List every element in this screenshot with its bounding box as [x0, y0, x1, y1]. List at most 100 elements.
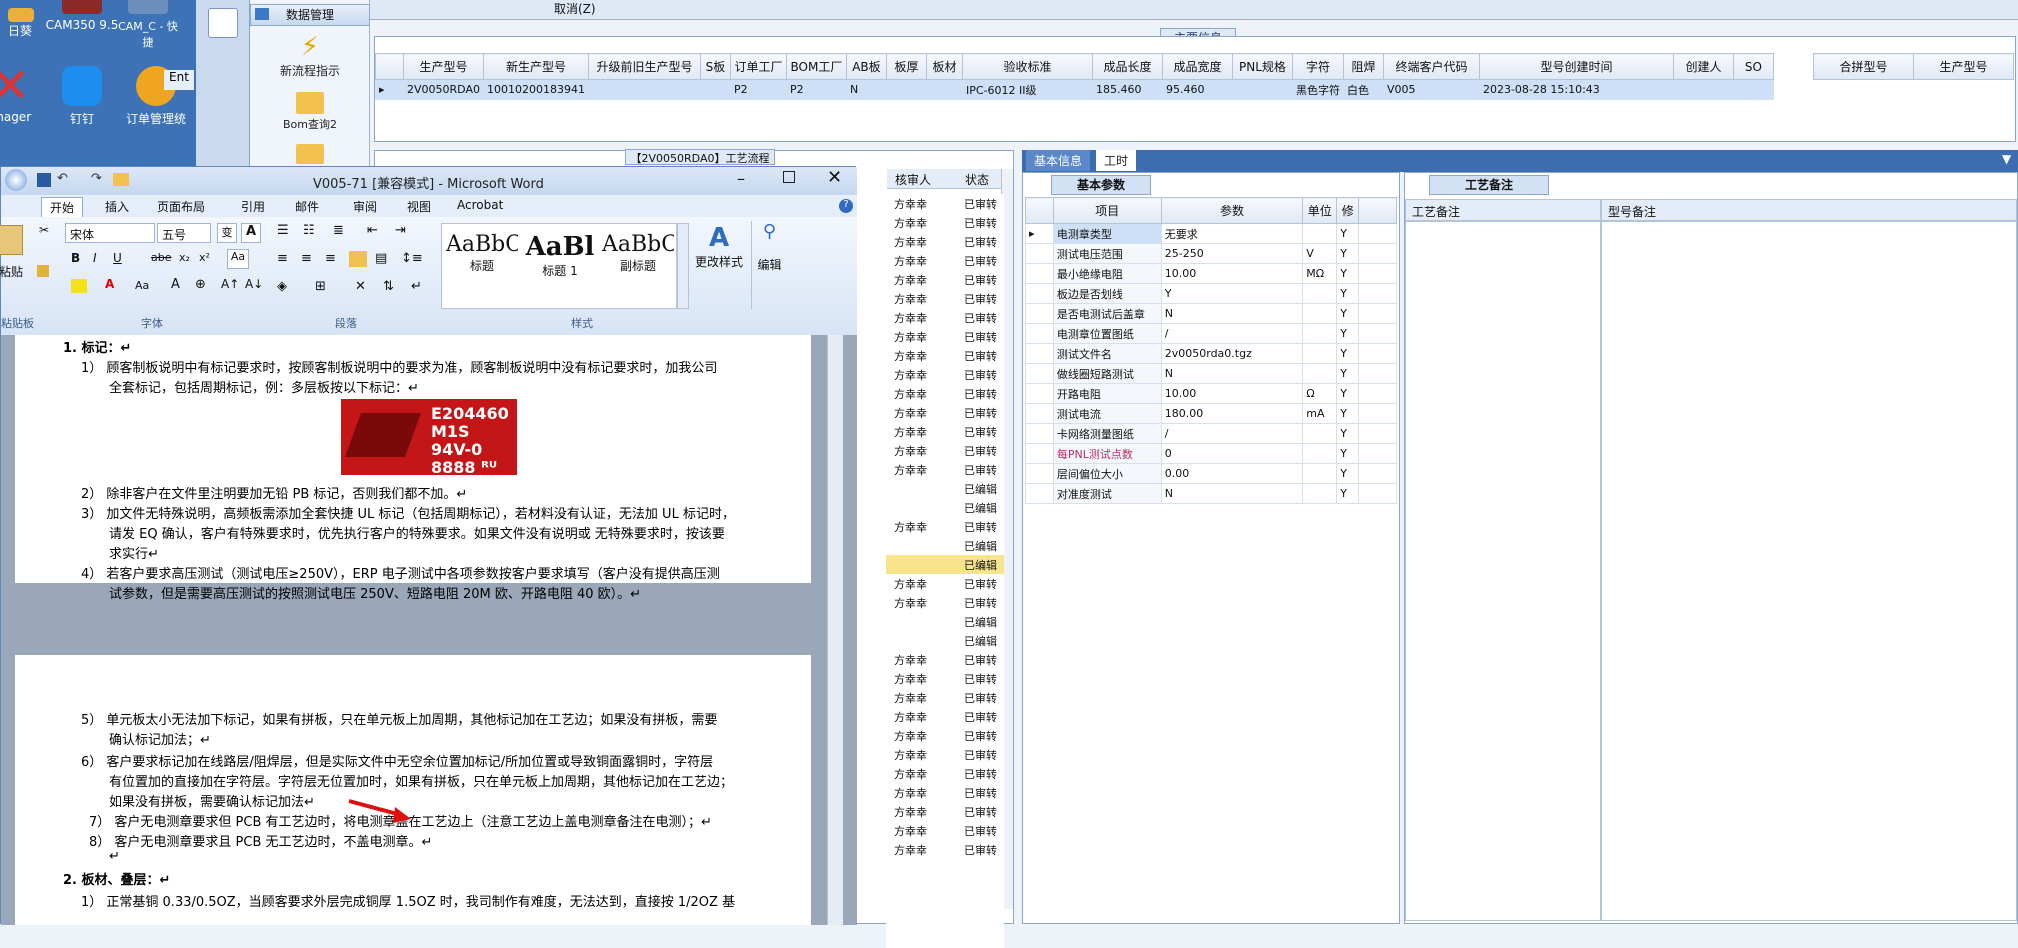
- multilevel-list-icon[interactable]: ≣: [333, 223, 344, 238]
- cell[interactable]: 2V0050RDA0: [403, 79, 484, 100]
- col-12[interactable]: PNL规格: [1231, 53, 1293, 80]
- chinese-layout-icon[interactable]: ✕: [355, 279, 366, 294]
- cell[interactable]: [1231, 79, 1293, 100]
- cell[interactable]: 黑色字符: [1291, 79, 1344, 100]
- cell[interactable]: 95.460: [1161, 79, 1233, 100]
- process-row[interactable]: 已编辑: [886, 612, 1004, 631]
- process-row[interactable]: 方幸幸 已审转: [886, 232, 1004, 251]
- change-case-icon[interactable]: Aa: [135, 279, 149, 292]
- process-row[interactable]: 方幸幸 已审转: [886, 270, 1004, 289]
- process-row[interactable]: 方幸幸 已审转: [886, 650, 1004, 669]
- col-status[interactable]: 状态: [965, 171, 989, 188]
- process-row[interactable]: 方幸幸 已审转: [886, 707, 1004, 726]
- process-row[interactable]: 方幸幸 已审转: [886, 308, 1004, 327]
- char-border-icon[interactable]: A: [241, 223, 261, 243]
- cell[interactable]: 2023-08-28 15:10:43: [1478, 79, 1674, 100]
- shading-icon[interactable]: ◈: [277, 279, 287, 294]
- col-3[interactable]: S板: [699, 53, 731, 80]
- tab-basic-params[interactable]: 基本参数: [1051, 175, 1151, 195]
- param-row[interactable]: 对准度测试 N Y: [1025, 483, 1397, 504]
- process-row[interactable]: 方幸幸 已审转: [886, 802, 1004, 821]
- ribbon-tab-5[interactable]: 审阅: [345, 197, 385, 216]
- cell[interactable]: IPC-6012 II级: [961, 79, 1093, 100]
- change-styles-button[interactable]: A 更改样式: [691, 223, 747, 309]
- sort-icon[interactable]: ⇅: [383, 279, 394, 294]
- style-swatch[interactable]: AaBbC 副标题: [602, 232, 674, 274]
- cell[interactable]: 白色: [1342, 79, 1384, 100]
- col-9[interactable]: 验收标准: [961, 53, 1093, 80]
- param-value[interactable]: Y: [1160, 283, 1304, 304]
- col-11[interactable]: 成品宽度: [1161, 53, 1233, 80]
- desktop-icon-ent[interactable]: Ent: [164, 70, 194, 90]
- col-item[interactable]: 项目: [1052, 197, 1162, 224]
- help-icon[interactable]: ?: [839, 199, 853, 213]
- cell[interactable]: 10010200183941: [482, 79, 589, 100]
- col-1[interactable]: 新生产型号: [482, 53, 589, 80]
- process-row[interactable]: 方幸幸 已审转: [886, 460, 1004, 479]
- process-row[interactable]: 已编辑: [886, 479, 1004, 498]
- param-value[interactable]: N: [1160, 483, 1304, 504]
- process-row[interactable]: 方幸幸 已审转: [886, 403, 1004, 422]
- process-row[interactable]: 方幸幸 已审转: [886, 346, 1004, 365]
- param-row[interactable]: 测试电流 180.00 mA Y: [1025, 403, 1397, 424]
- document-page-1[interactable]: 1. 标记：↵ 1） 顾客制板说明中有标记要求时，按顾客制板说明中的要求为准，顾…: [15, 335, 811, 602]
- process-row[interactable]: 方幸幸 已审转: [886, 745, 1004, 764]
- param-row[interactable]: ▸ 电测章类型 无要求 Y: [1025, 223, 1397, 244]
- style-swatch[interactable]: AaBl 标题 1: [524, 232, 596, 279]
- chevron-down-icon[interactable]: ▼: [2002, 152, 2011, 166]
- office-button-icon[interactable]: [5, 169, 27, 191]
- param-value[interactable]: 0.00: [1160, 463, 1304, 484]
- italic-button[interactable]: I: [93, 251, 97, 265]
- process-row[interactable]: 已编辑: [886, 498, 1004, 517]
- edit-button[interactable]: ⚲ 编辑: [751, 221, 787, 309]
- process-row[interactable]: 方幸幸 已审转: [886, 441, 1004, 460]
- nav-item-new-flow[interactable]: ⚡ 新流程指示: [250, 32, 370, 79]
- ribbon-tab-7[interactable]: Acrobat: [449, 197, 511, 213]
- process-row[interactable]: 方幸幸 已审转: [886, 251, 1004, 270]
- process-row[interactable]: 方幸幸 已审转: [886, 783, 1004, 802]
- col-10[interactable]: 成品长度: [1091, 53, 1163, 80]
- col-unit[interactable]: 单位: [1302, 197, 1338, 224]
- process-row[interactable]: 已编辑: [886, 536, 1004, 555]
- param-row[interactable]: 是否电测试后盖章 N Y: [1025, 303, 1397, 324]
- param-value[interactable]: /: [1160, 323, 1304, 344]
- param-row[interactable]: 最小绝缘电阻 10.00 MΩ Y: [1025, 263, 1397, 284]
- ribbon-tab-4[interactable]: 邮件: [287, 197, 327, 216]
- param-value[interactable]: 无要求: [1160, 223, 1304, 244]
- tab-basic-info[interactable]: 基本信息: [1026, 150, 1091, 171]
- ribbon-tab-1[interactable]: 插入: [97, 197, 137, 216]
- undo-icon[interactable]: ↶: [57, 171, 68, 186]
- col-16[interactable]: 型号创建时间: [1478, 53, 1674, 80]
- process-row[interactable]: 方幸幸 已审转: [886, 194, 1004, 213]
- col-0[interactable]: 生产型号: [403, 53, 484, 80]
- ribbon-tab-2[interactable]: 页面布局: [149, 197, 213, 216]
- process-row[interactable]: 方幸幸 已审转: [886, 726, 1004, 745]
- styles-scroll[interactable]: [677, 223, 689, 309]
- clear-format-icon[interactable]: Aa: [227, 249, 249, 269]
- param-row[interactable]: 做线圈短路测试 N Y: [1025, 363, 1397, 384]
- document-scrollbar[interactable]: [827, 335, 843, 925]
- cell[interactable]: 185.460: [1091, 79, 1163, 100]
- strikethrough-button[interactable]: abe: [151, 251, 172, 264]
- redo-icon[interactable]: ↷: [91, 171, 102, 186]
- desktop-icon-manager[interactable]: ✕ anager: [0, 62, 42, 124]
- maximize-icon[interactable]: [783, 171, 795, 183]
- nav-item-bom-query[interactable]: Bom查询2: [250, 90, 370, 132]
- col-auditor[interactable]: 核审人: [895, 171, 931, 188]
- align-right-icon[interactable]: ≡: [325, 251, 336, 266]
- param-value[interactable]: 2v0050rda0.tgz: [1160, 343, 1304, 364]
- param-row[interactable]: 测试文件名 2v0050rda0.tgz Y: [1025, 343, 1397, 364]
- cell[interactable]: [587, 79, 701, 100]
- shrink-font-icon[interactable]: A↓: [245, 277, 263, 291]
- save-icon[interactable]: [37, 173, 51, 187]
- nav-item-more[interactable]: [250, 144, 370, 164]
- font-color-icon[interactable]: A: [105, 277, 114, 291]
- cell[interactable]: N: [845, 79, 887, 100]
- model-notes-textarea[interactable]: [1601, 221, 2017, 921]
- numbering-icon[interactable]: ☷: [303, 223, 315, 238]
- process-row[interactable]: 方幸幸 已审转: [886, 327, 1004, 346]
- cell[interactable]: V005: [1382, 79, 1480, 100]
- param-value[interactable]: 10.00: [1160, 263, 1304, 284]
- char-shading-icon[interactable]: A: [171, 277, 180, 292]
- nav-header[interactable]: 数据管理: [250, 4, 370, 26]
